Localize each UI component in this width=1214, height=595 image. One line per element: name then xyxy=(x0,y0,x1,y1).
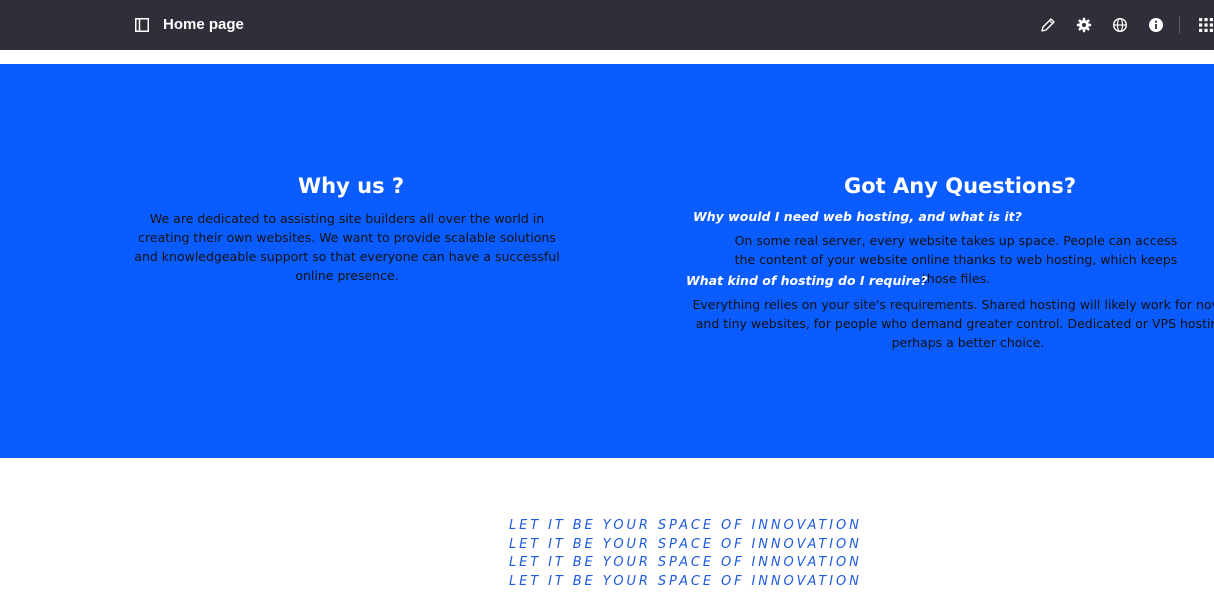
hero-section: Why us ? We are dedicated to assisting s… xyxy=(0,64,1214,458)
tagline: LET IT BE YOUR SPACE OF INNOVATION xyxy=(509,574,862,590)
why-us-heading: Why us ? xyxy=(298,174,405,198)
sidebar-panel-icon[interactable] xyxy=(135,18,149,32)
globe-icon[interactable] xyxy=(1112,17,1128,33)
apps-grid-icon[interactable] xyxy=(1199,17,1214,33)
tagline: LET IT BE YOUR SPACE OF INNOVATION xyxy=(509,518,862,533)
toolbar-divider xyxy=(1179,16,1180,34)
tagline-block: LET IT BE YOUR SPACE OF INNOVATION LET I… xyxy=(509,517,909,592)
info-icon[interactable] xyxy=(1148,17,1164,33)
faq-question: What kind of hosting do I require? xyxy=(686,273,928,288)
why-us-text: We are dedicated to assisting site build… xyxy=(134,211,560,283)
tagline: LET IT BE YOUR SPACE OF INNOVATION xyxy=(509,536,862,552)
page-title: Home page xyxy=(163,16,244,33)
faq-question: Why would I need web hosting, and what i… xyxy=(693,209,1022,224)
editor-toolbar: Home page xyxy=(0,0,1214,50)
faq-answer: Everything relies on your site's require… xyxy=(692,297,1214,350)
faq-heading: Got Any Questions? xyxy=(844,174,1077,198)
gear-icon[interactable] xyxy=(1076,17,1092,33)
pencil-icon[interactable] xyxy=(1040,17,1056,33)
tagline: LET IT BE YOUR SPACE OF INNOVATION xyxy=(509,555,862,571)
